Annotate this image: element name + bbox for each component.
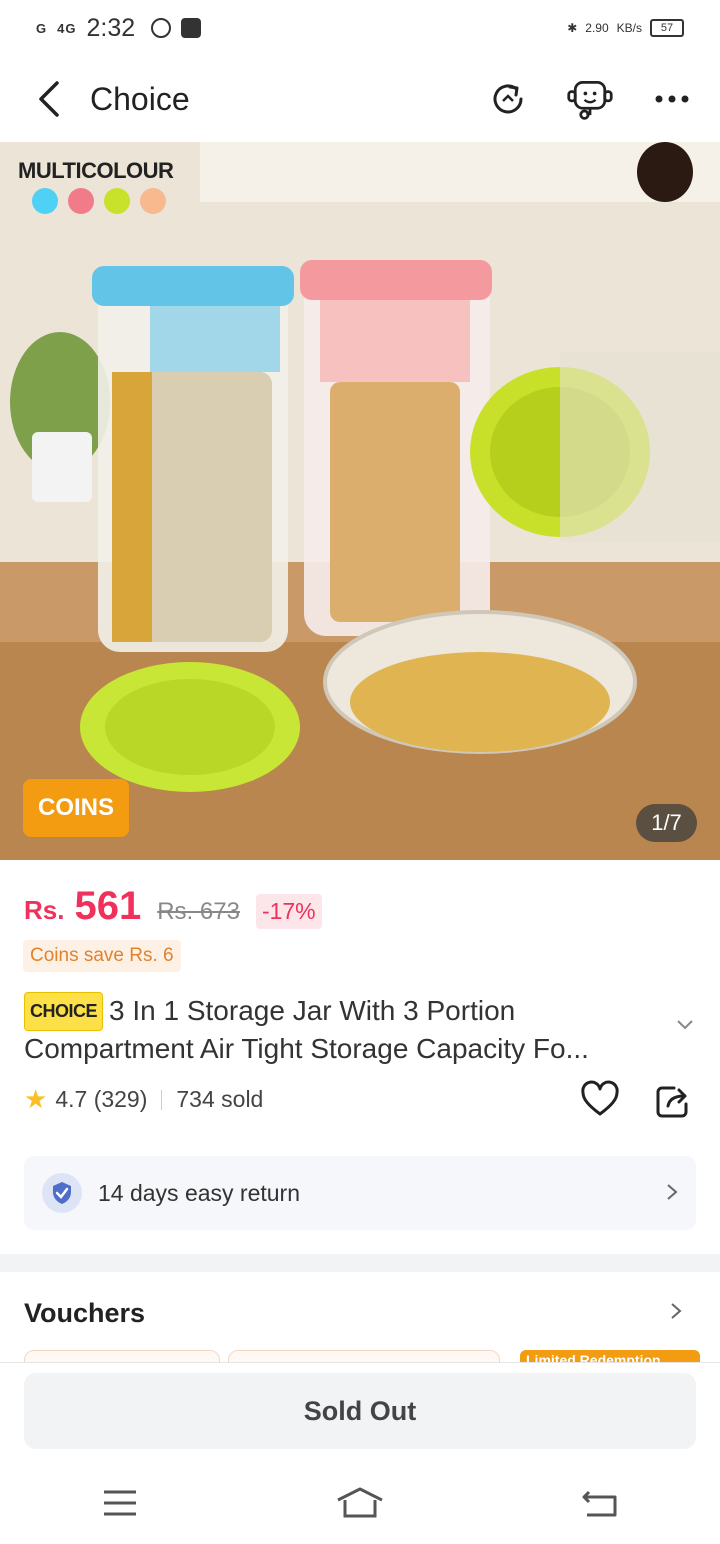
whatsapp-icon: [151, 18, 172, 38]
share-icon: [656, 1086, 688, 1118]
sold-count: 734 sold: [176, 1086, 264, 1112]
swatch-pink[interactable]: [68, 188, 94, 214]
voucher-cards: Limited Redemption: [24, 1350, 720, 1362]
menu-icon: [104, 1490, 136, 1516]
return-policy-row[interactable]: 14 days easy return: [24, 1156, 696, 1230]
coins-save-label: Coins save Rs. 6: [23, 940, 181, 972]
page-title: Choice: [90, 80, 190, 117]
back-nav-button[interactable]: [570, 1478, 630, 1528]
refresh-button[interactable]: [484, 75, 532, 123]
rating-score: 4.7: [55, 1086, 88, 1112]
rating-row: ★ 4.7 (329) 734 sold: [24, 1084, 263, 1115]
back-button[interactable]: [24, 75, 72, 123]
home-icon: [337, 1487, 383, 1518]
price-row: Rs. 561 Rs. 673 -17%: [24, 884, 322, 929]
product-photo: [0, 142, 720, 860]
refresh-icon: [493, 84, 523, 114]
more-icon: [655, 95, 689, 103]
heart-icon: [581, 1080, 619, 1116]
choice-tag: CHOICE: [24, 992, 104, 1031]
more-options-button[interactable]: [648, 75, 696, 123]
product-title[interactable]: CHOICE 3 In 1 Storage Jar With 3 Portion …: [24, 992, 664, 1066]
expand-title-button[interactable]: [676, 1018, 694, 1036]
section-divider: [0, 1254, 720, 1272]
signal-indicator-1: G: [36, 20, 48, 36]
back-arrow-icon: [582, 1490, 617, 1517]
rating-separator: [161, 1089, 163, 1110]
image-counter: 1/7: [636, 804, 697, 842]
vouchers-more-button[interactable]: [670, 1302, 682, 1325]
coins-badge: COINS: [23, 779, 129, 837]
network-speed-unit: KB/s: [616, 21, 642, 35]
mail-icon: [181, 18, 202, 38]
swatch-lime[interactable]: [104, 188, 130, 214]
home-nav-button[interactable]: [330, 1478, 390, 1528]
voucher-card[interactable]: [24, 1350, 220, 1362]
chevron-down-icon: [677, 1020, 693, 1030]
limited-redemption-badge: Limited Redemption: [520, 1350, 700, 1362]
support-agent-icon: [567, 81, 613, 120]
original-price: Rs. 673: [157, 898, 240, 925]
system-nav-bar: [0, 1462, 720, 1544]
bluetooth-icon: ✱: [567, 21, 578, 35]
status-bar: G 4G 2:32 ✱ 2.90 KB/s 57: [0, 0, 720, 56]
voucher-card[interactable]: [228, 1350, 500, 1362]
signal-indicator-2: 4G: [57, 20, 77, 36]
shield-icon: [42, 1173, 82, 1213]
swatch-blue[interactable]: [32, 188, 58, 214]
rating-count[interactable]: (329): [94, 1086, 148, 1113]
star-icon: ★: [24, 1084, 48, 1114]
color-swatches: [32, 188, 166, 214]
battery-indicator: 57: [650, 19, 684, 37]
chevron-left-icon: [39, 81, 59, 117]
price-currency: Rs.: [24, 895, 65, 925]
clock: 2:32: [86, 13, 136, 42]
chevron-right-icon: [671, 1303, 682, 1319]
customer-support-button[interactable]: [566, 75, 614, 123]
top-app-bar: Choice: [0, 56, 720, 142]
product-image-carousel[interactable]: MULTICOLOUR COINS 1/7: [0, 142, 720, 860]
network-speed: 2.90: [585, 21, 609, 35]
return-policy-label: 14 days easy return: [98, 1179, 301, 1206]
product-title-text: 3 In 1 Storage Jar With 3 Portion Compar…: [24, 995, 589, 1064]
vouchers-title[interactable]: Vouchers: [24, 1298, 145, 1329]
variant-label: MULTICOLOUR: [18, 158, 174, 183]
current-price: 561: [74, 884, 142, 928]
chevron-right-icon: [666, 1180, 678, 1207]
menu-nav-button[interactable]: [90, 1478, 150, 1528]
sold-out-button[interactable]: Sold Out: [24, 1373, 696, 1449]
discount-badge: -17%: [255, 894, 322, 929]
swatch-peach[interactable]: [140, 188, 166, 214]
wishlist-button[interactable]: [580, 1080, 620, 1120]
share-button[interactable]: [652, 1082, 692, 1122]
bottom-action-bar: Sold Out: [0, 1362, 720, 1462]
